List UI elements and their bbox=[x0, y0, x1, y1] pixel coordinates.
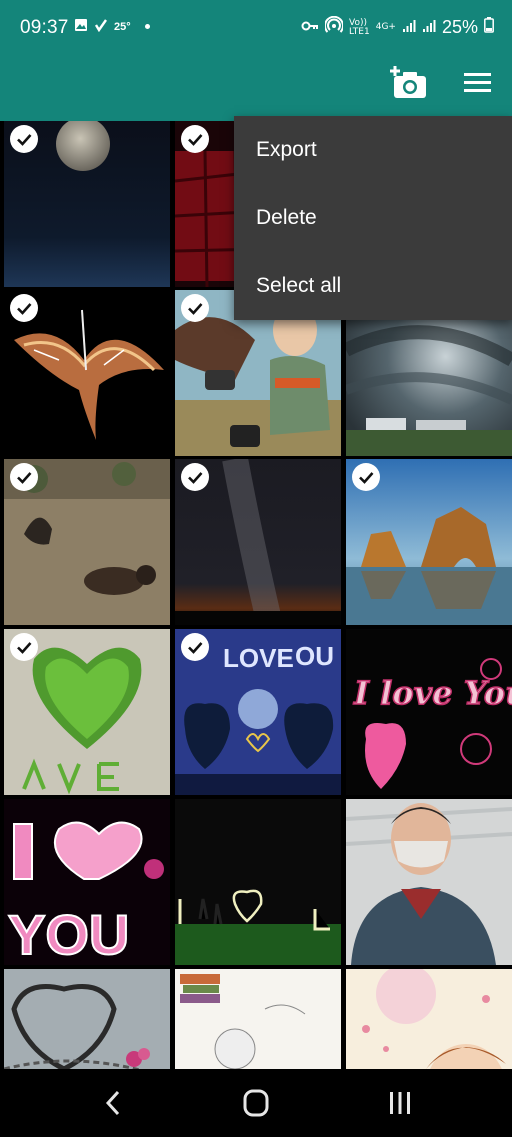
battery-icon bbox=[484, 17, 494, 38]
status-time: 09:37 bbox=[20, 17, 69, 38]
selected-check-icon[interactable] bbox=[10, 633, 38, 661]
selected-check-icon[interactable] bbox=[181, 463, 209, 491]
key-icon bbox=[301, 17, 319, 38]
photo-thumbnail[interactable] bbox=[4, 121, 170, 287]
photo-thumbnail[interactable] bbox=[175, 799, 341, 965]
check-notification-icon bbox=[94, 18, 108, 35]
photo-thumbnail[interactable] bbox=[4, 629, 170, 795]
status-bar: 09:37 25° Vo)) LTE1 4G+ 25% bbox=[0, 0, 512, 56]
selected-check-icon[interactable] bbox=[10, 294, 38, 322]
gallery-notification-icon bbox=[74, 18, 88, 35]
photo-thumbnail[interactable] bbox=[4, 290, 170, 456]
photo-thumbnail[interactable]: YOU bbox=[4, 799, 170, 965]
photo-thumbnail[interactable] bbox=[346, 799, 512, 965]
recents-icon[interactable] bbox=[380, 1085, 420, 1121]
svg-text:OU: OU bbox=[295, 641, 334, 671]
selected-check-icon[interactable] bbox=[181, 294, 209, 322]
home-icon[interactable] bbox=[236, 1085, 276, 1121]
status-notification-icons: 25° bbox=[74, 18, 150, 35]
battery-percent: 25% bbox=[441, 17, 478, 37]
dot-notification-icon bbox=[144, 24, 150, 29]
selected-check-icon[interactable] bbox=[181, 633, 209, 661]
signal-icon-1 bbox=[402, 17, 416, 38]
add-photo-icon[interactable] bbox=[390, 64, 428, 100]
selected-check-icon[interactable] bbox=[352, 463, 380, 491]
hamburger-menu-icon[interactable] bbox=[464, 72, 492, 94]
menu-item-export[interactable]: Export bbox=[234, 116, 512, 184]
photo-thumbnail[interactable]: I love You bbox=[346, 629, 512, 795]
svg-text:I love You: I love You bbox=[353, 674, 512, 712]
navigation-bar bbox=[0, 1069, 512, 1137]
volte-label: Vo)) LTE1 bbox=[349, 17, 370, 37]
photo-thumbnail[interactable] bbox=[346, 459, 512, 625]
selected-check-icon[interactable] bbox=[10, 125, 38, 153]
svg-text:LOVE: LOVE bbox=[223, 643, 294, 673]
svg-text:YOU: YOU bbox=[8, 903, 129, 965]
photo-thumbnail[interactable] bbox=[4, 459, 170, 625]
overflow-menu: Export Delete Select all bbox=[234, 116, 512, 320]
menu-item-select-all[interactable]: Select all bbox=[234, 252, 512, 320]
hotspot-icon bbox=[324, 15, 345, 39]
back-icon[interactable] bbox=[94, 1085, 134, 1121]
menu-item-delete[interactable]: Delete bbox=[234, 184, 512, 252]
signal-icon-2 bbox=[422, 17, 436, 38]
app-bar bbox=[0, 56, 512, 121]
photo-thumbnail[interactable]: LOVE OU bbox=[175, 629, 341, 795]
status-system-icons: Vo)) LTE1 4G+ 25% bbox=[301, 15, 494, 39]
selected-check-icon[interactable] bbox=[181, 125, 209, 153]
weather-temperature: 25° bbox=[114, 20, 131, 33]
network-type-label: 4G+ bbox=[375, 22, 396, 32]
photo-thumbnail[interactable] bbox=[175, 459, 341, 625]
selected-check-icon[interactable] bbox=[10, 463, 38, 491]
